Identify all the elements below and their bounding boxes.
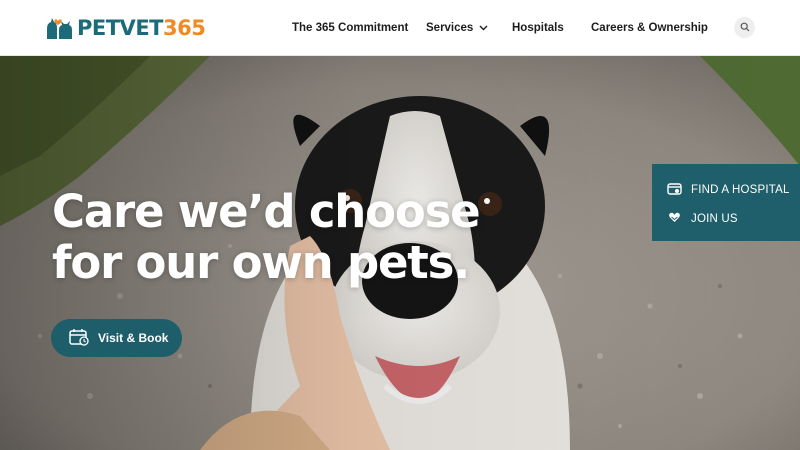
pets-logo-icon	[44, 15, 74, 41]
quick-links-panel: FIND A HOSPITAL JOIN US	[652, 164, 800, 241]
join-us-label: JOIN US	[691, 212, 738, 225]
brand-name-part2: 365	[162, 16, 206, 40]
site-header: PETVET365 The 365 Commitment Services Ho…	[0, 0, 800, 56]
calendar-icon	[69, 328, 89, 349]
nav-item-hospitals[interactable]: Hospitals	[512, 21, 564, 35]
brand-logo[interactable]: PETVET365	[44, 14, 206, 42]
hero-headline: Care we’d choose for our own pets.	[52, 186, 522, 288]
find-hospital-label: FIND A HOSPITAL	[691, 183, 790, 196]
nav-item-careers[interactable]: Careers & Ownership	[591, 21, 708, 35]
headline-line-1: Care we’d choose	[52, 185, 481, 238]
visit-book-button[interactable]: Visit & Book	[51, 319, 182, 357]
find-hospital-link[interactable]: FIND A HOSPITAL	[667, 175, 800, 204]
search-icon	[740, 19, 750, 37]
headline-line-2: for our own pets.	[52, 236, 470, 289]
hero-section: Care we’d choose for our own pets. Visit…	[0, 56, 800, 450]
hospital-card-icon	[667, 182, 682, 198]
visit-book-label: Visit & Book	[98, 331, 169, 345]
nav-item-commitment[interactable]: The 365 Commitment	[292, 21, 408, 35]
nav-item-services-label: Services	[426, 22, 474, 35]
heart-hands-icon	[667, 211, 682, 227]
brand-name-part1: PETVET	[77, 16, 163, 40]
nav-item-services[interactable]: Services	[426, 21, 488, 35]
join-us-link[interactable]: JOIN US	[667, 204, 800, 233]
chevron-down-icon	[479, 21, 488, 35]
search-button[interactable]	[734, 17, 755, 38]
